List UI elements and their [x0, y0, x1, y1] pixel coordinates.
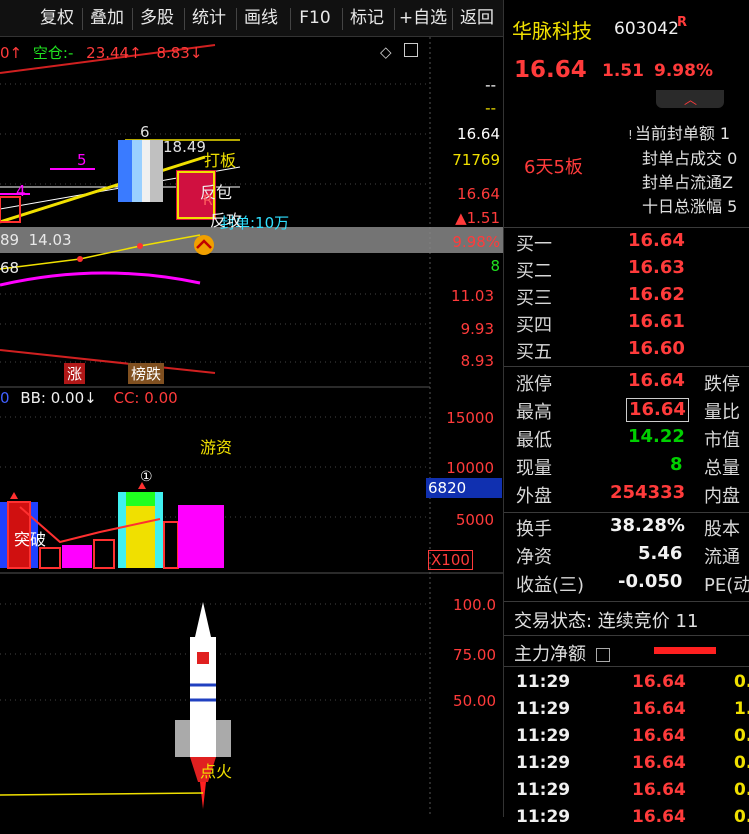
vol-axis-unit: X100: [428, 550, 473, 570]
toolbar-mark-button[interactable]: 标记: [344, 0, 390, 36]
indicator-prefix: 0↑: [0, 44, 23, 62]
axis-current-price: 16.64: [457, 125, 500, 143]
lower-axis-1: 100.0: [453, 596, 496, 614]
indicator-value-1: 23.44↑: [86, 44, 142, 62]
lower-axis-3: 50.00: [453, 692, 496, 710]
bid-row[interactable]: 买三 16.62: [504, 284, 749, 311]
seal-line-4: 十日总涨幅 5: [642, 197, 738, 216]
axis-change-pct: 9.98%: [452, 233, 500, 251]
axis-price-2: 16.64: [457, 185, 500, 203]
indicator-empty-position: 空仓:-: [32, 44, 74, 62]
toolbar-multi-stock-button[interactable]: 多股: [134, 0, 180, 36]
bid-row[interactable]: 买五 16.60: [504, 338, 749, 365]
toolbar-overlay-button[interactable]: 叠加: [84, 0, 130, 36]
stock-badge: R: [677, 15, 688, 30]
collapse-button[interactable]: ︿: [656, 90, 724, 108]
main-net-label: 主力净额: [514, 644, 586, 665]
main-net-bar: [654, 647, 716, 654]
window-toggle-icon[interactable]: [404, 43, 418, 57]
trade-status: 交易状态: 连续竞价 11: [514, 611, 699, 632]
lower-axis-2: 75.00: [453, 646, 496, 664]
axis-level-2: 9.93: [460, 320, 494, 338]
label-you-zi: 游资: [200, 438, 233, 457]
axis-change: ▲1.51: [455, 209, 500, 227]
stock-code: 603042: [614, 19, 679, 39]
axis-volume: 71769: [452, 151, 500, 169]
quote-change: 1.51: [602, 61, 644, 81]
fund-row-net-assets: 净资 5.46 流通: [516, 543, 740, 568]
quote-change-pct: 9.98%: [654, 61, 713, 81]
trade-row: 11:2916.640.: [516, 780, 749, 800]
axis-current-volume: 8: [490, 257, 500, 275]
quote-price: 16.64: [514, 57, 587, 83]
trade-row: 11:2916.640.: [516, 753, 749, 773]
axis-top-1: --: [485, 76, 496, 94]
toolbar-back-button[interactable]: 返回: [454, 0, 500, 36]
stat-row-current-volume: 现量 8 总量: [516, 454, 740, 479]
seal-line-1: ! 当前封单额 1: [628, 124, 731, 143]
axis-level-1: 11.03: [451, 287, 494, 305]
trade-row: 11:2916.640.: [516, 672, 749, 692]
bid-row[interactable]: 买四 16.61: [504, 311, 749, 338]
stat-row-limit-up: 涨停 16.64 跌停: [516, 370, 740, 395]
trade-row: 11:2916.640.: [516, 807, 749, 827]
kline-chart-svg: [0, 37, 503, 817]
vol-axis-3: 5000: [455, 511, 494, 529]
toolbar-statistics-button[interactable]: 统计: [186, 0, 232, 36]
seal-line-3: 封单占流通Z: [642, 173, 733, 192]
stat-row-outer-volume: 外盘 254333 内盘: [516, 482, 740, 507]
fund-row-eps: 收益(三) -0.050 PE(动: [516, 571, 749, 596]
label-fan-gong: 反攻: [210, 211, 243, 230]
indicator2-prefix: 0: [0, 389, 10, 407]
indicator-cc: CC: 0.00: [113, 389, 178, 407]
stock-name: 华脉科技: [512, 19, 592, 43]
indicator-value-2: 8.83↓: [156, 44, 203, 62]
low-price-label-2: 68: [0, 259, 20, 277]
toolbar-add-favorite-button[interactable]: +自选: [396, 0, 450, 36]
kline-chart-area[interactable]: 0↑ 空仓:- 23.44↑ 8.83↓ ◇ 6 5 4 18.49 打板 反包…: [0, 37, 503, 817]
tag-bang-die: 榜跌: [128, 363, 165, 384]
toolbar-restore-rights-button[interactable]: 复权: [34, 0, 80, 36]
indicator-bb: BB: 0.00↓: [20, 389, 97, 407]
toolbar-f10-button[interactable]: F10: [292, 0, 338, 36]
axis-level-3: 8.93: [460, 352, 494, 370]
vol-axis-current: 6820: [426, 478, 502, 498]
trade-row: 11:2916.641.: [516, 699, 749, 719]
vol-axis-2: 10000: [446, 459, 494, 477]
trade-row: 11:2916.640.: [516, 726, 749, 746]
main-net-row[interactable]: 主力净额: [514, 640, 610, 666]
tag-zhang: 涨: [64, 363, 86, 384]
label-dian-huo: 点火: [200, 762, 233, 781]
stat-row-high: 最高 16.64 量比: [516, 398, 740, 423]
indicator-row-volume: 0 BB: 0.00↓ CC: 0.00: [0, 389, 178, 407]
stat-row-low: 最低 14.22 市值: [516, 426, 740, 451]
seal-line-2: 封单占成交 0: [642, 149, 738, 168]
quote-panel: 华脉科技 603042 R 16.64 1.51 9.98% ︿ 6天5板 ! 当…: [503, 0, 749, 827]
chevron-up-icon: ︿: [684, 93, 698, 108]
seal-info: ! 当前封单额 1 封单占成交 0 封单占流通Z 十日总涨幅 5: [628, 122, 737, 219]
indicator-row-top: 0↑ 空仓:- 23.44↑ 8.83↓: [0, 42, 202, 63]
toolbar-draw-line-button[interactable]: 画线: [238, 0, 284, 36]
wave-label-4: 4: [16, 182, 26, 200]
axis-top-2: --: [485, 99, 496, 117]
diamond-icon[interactable]: ◇: [380, 43, 392, 61]
low-price-labels: 89 14.03: [0, 231, 72, 249]
bid-row[interactable]: 买一 16.64: [504, 230, 749, 257]
label-da-ban: 打板: [204, 151, 237, 170]
high-price-label: 18.49: [163, 138, 206, 156]
wave-label-5: 5: [77, 151, 87, 169]
limit-up-streak: 6天5板: [524, 157, 583, 178]
list-icon[interactable]: [595, 648, 610, 662]
label-tu-po: 突破: [14, 530, 47, 549]
info-icon: !: [628, 128, 633, 142]
fund-row-turnover: 换手 38.28% 股本: [516, 515, 740, 540]
chart-toolbar: 复权 叠加 多股 统计 画线 F10 标记 +自选 返回: [0, 0, 503, 37]
bid-row[interactable]: 买二 16.63: [504, 257, 749, 284]
vol-axis-1: 15000: [446, 409, 494, 427]
wave-label-6: 6: [140, 123, 150, 141]
label-circle-mark: ①: [140, 469, 153, 485]
